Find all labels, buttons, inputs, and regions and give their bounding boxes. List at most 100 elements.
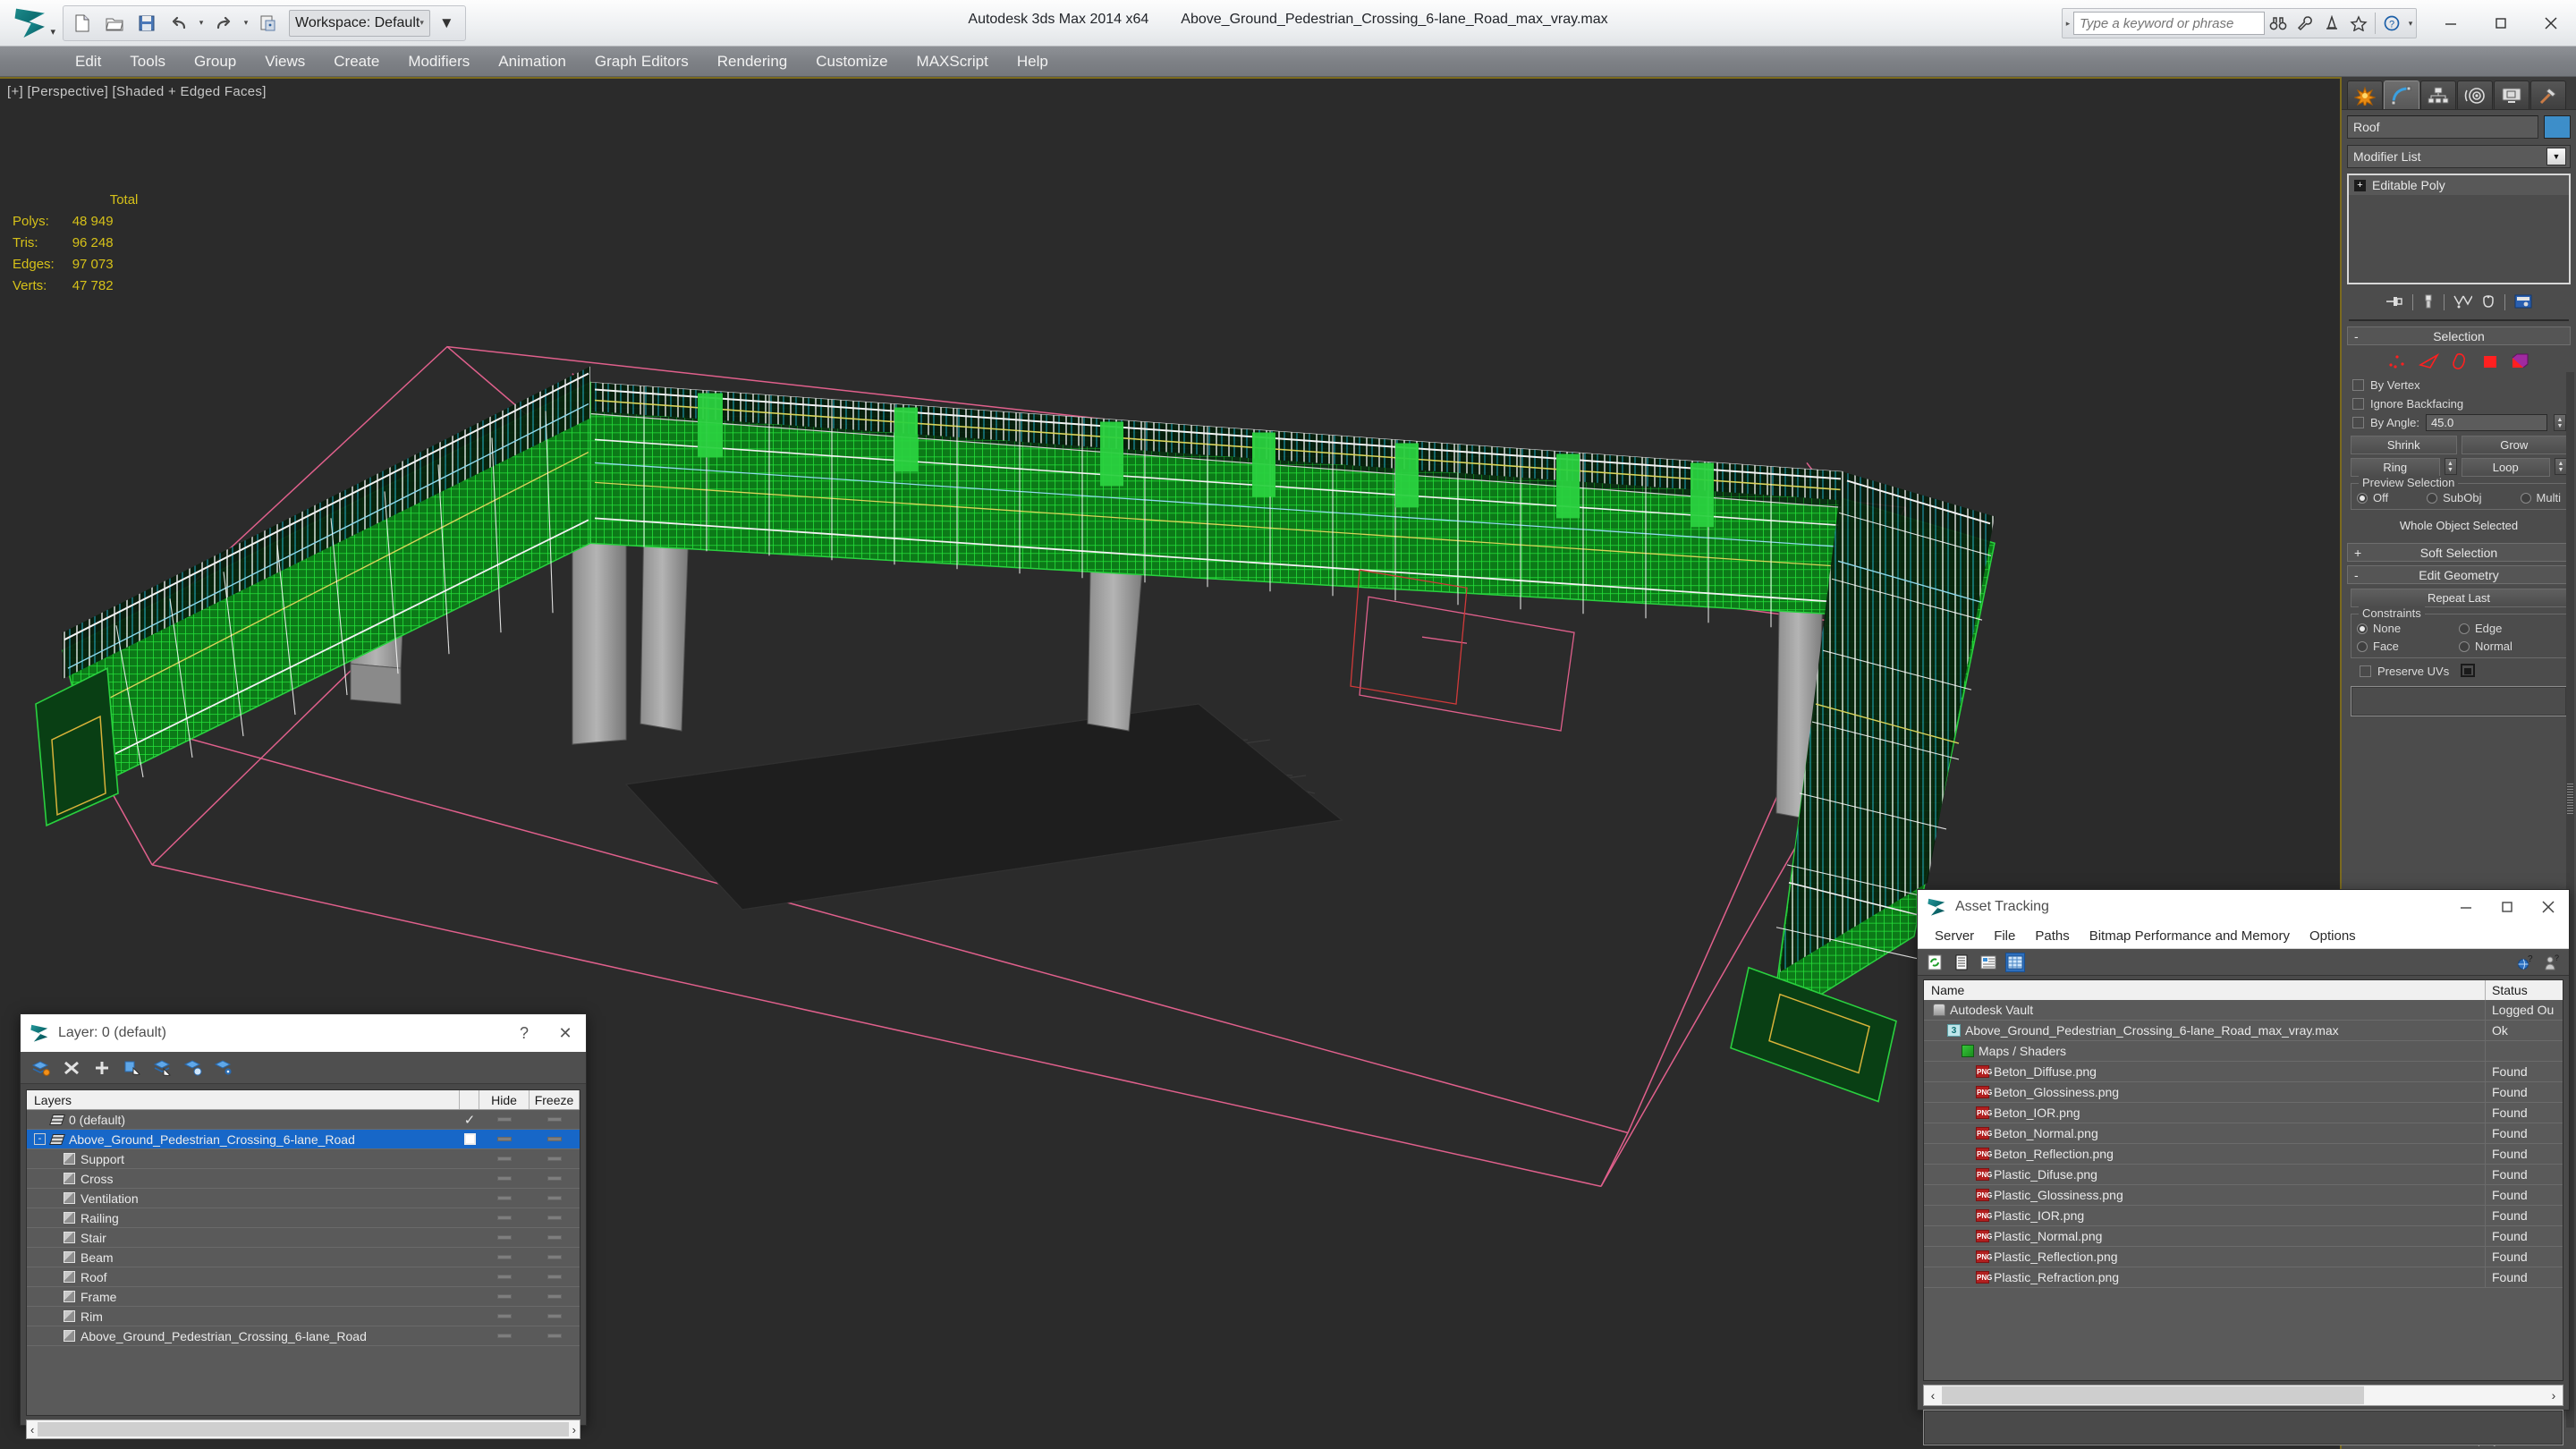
preview-off-option[interactable]: Off — [2357, 491, 2388, 504]
scroll-thumb[interactable] — [1942, 1386, 2364, 1404]
by-vertex-checkbox[interactable] — [2352, 379, 2364, 391]
layer-freeze-cell[interactable] — [530, 1157, 580, 1161]
ring-button[interactable]: Ring — [2351, 458, 2440, 477]
toggle-dash-icon[interactable] — [547, 1314, 562, 1318]
add-layer-icon[interactable] — [92, 1058, 112, 1078]
layer-expander-icon[interactable]: - — [34, 1133, 46, 1145]
configure-sets-icon[interactable] — [2513, 293, 2533, 312]
layer-hide-cell[interactable] — [479, 1176, 530, 1181]
by-angle-checkbox[interactable] — [2352, 417, 2364, 428]
layer-visible-cell[interactable]: ✓ — [460, 1112, 479, 1128]
layer-freeze-cell[interactable] — [530, 1275, 580, 1279]
layer-row[interactable]: Beam — [27, 1248, 580, 1267]
layer-hide-cell[interactable] — [479, 1137, 530, 1141]
scrollbar-grip[interactable] — [2567, 784, 2573, 816]
constraint-edge-radio[interactable] — [2459, 623, 2470, 634]
asset-menu-paths[interactable]: Paths — [2025, 927, 2079, 945]
constraint-none-option[interactable]: None — [2357, 622, 2459, 635]
object-color-swatch[interactable] — [2544, 115, 2571, 139]
layer-freeze-cell[interactable] — [530, 1216, 580, 1220]
star-icon[interactable] — [2345, 10, 2372, 37]
toggle-dash-icon[interactable] — [497, 1216, 512, 1220]
wrench-icon[interactable] — [2292, 10, 2318, 37]
by-angle-spinner[interactable]: ▲ ▼ — [2554, 414, 2566, 431]
menu-customize[interactable]: Customize — [801, 49, 902, 74]
toggle-dash-icon[interactable] — [497, 1314, 512, 1318]
asset-row[interactable]: PNG Plastic_Normal.png Found — [1924, 1226, 2563, 1247]
scroll-right-icon[interactable]: › — [2545, 1388, 2563, 1402]
layer-freeze-cell[interactable] — [530, 1235, 580, 1240]
layer-horizontal-scrollbar[interactable]: ‹ › — [26, 1419, 580, 1439]
layer-row[interactable]: - Above_Ground_Pedestrian_Crossing_6-lane… — [27, 1130, 580, 1149]
by-angle-value[interactable]: 45.0 — [2425, 414, 2547, 431]
toggle-dash-icon[interactable] — [547, 1137, 562, 1141]
tab-hierarchy[interactable] — [2420, 80, 2456, 109]
tab-utilities[interactable] — [2530, 80, 2566, 109]
expand-icon[interactable]: + — [2354, 179, 2366, 191]
edge-icon[interactable] — [2418, 352, 2440, 373]
asset-row[interactable]: PNG Plastic_Refraction.png Found — [1924, 1267, 2563, 1288]
repeat-last-button[interactable]: Repeat Last — [2351, 589, 2567, 607]
layer-column-visible[interactable] — [460, 1090, 479, 1109]
select-objects-in-layer-icon[interactable] — [123, 1058, 142, 1078]
layer-column-hide[interactable]: Hide — [479, 1090, 530, 1109]
asset-menu-bitmap[interactable]: Bitmap Performance and Memory — [2080, 927, 2300, 945]
pin-stack-icon[interactable] — [2385, 293, 2404, 312]
layer-hide-cell[interactable] — [479, 1235, 530, 1240]
collapse-icon[interactable]: - — [2354, 568, 2359, 582]
help-dropdown-icon[interactable]: ▾ — [2405, 19, 2416, 29]
toggle-dash-icon[interactable] — [497, 1334, 512, 1338]
constraint-face-radio[interactable] — [2357, 640, 2368, 652]
vertex-icon[interactable] — [2387, 352, 2407, 373]
asset-menu-options[interactable]: Options — [2300, 927, 2366, 945]
toggle-dash-icon[interactable] — [497, 1196, 512, 1200]
layer-hide-cell[interactable] — [479, 1117, 530, 1122]
preview-off-radio[interactable] — [2357, 492, 2368, 504]
toggle-dash-icon[interactable] — [497, 1157, 512, 1161]
asset-row[interactable]: Autodesk Vault Logged Ou — [1924, 1000, 2563, 1021]
toggle-dash-icon[interactable] — [547, 1176, 562, 1181]
undo-dropdown-icon[interactable]: ▾ — [196, 18, 207, 28]
close-button[interactable] — [2526, 0, 2576, 47]
refresh-icon[interactable] — [1925, 953, 1945, 972]
undo-arrow-icon[interactable] — [164, 8, 194, 38]
layer-hide-cell[interactable] — [479, 1334, 530, 1338]
layer-row[interactable]: 0 (default) ✓ — [27, 1110, 580, 1130]
checkbox-icon[interactable] — [463, 1133, 476, 1145]
ignore-backfacing-row[interactable]: Ignore Backfacing — [2347, 394, 2571, 413]
loop-spinner[interactable]: ▲ ▼ — [2555, 458, 2567, 475]
layer-freeze-cell[interactable] — [530, 1294, 580, 1299]
layer-hide-cell[interactable] — [479, 1216, 530, 1220]
layer-row[interactable]: Ventilation — [27, 1189, 580, 1208]
toggle-dash-icon[interactable] — [497, 1255, 512, 1259]
layer-properties-icon[interactable] — [214, 1058, 233, 1078]
menu-tools[interactable]: Tools — [115, 49, 180, 74]
toggle-dash-icon[interactable] — [497, 1117, 512, 1122]
constraint-edge-option[interactable]: Edge — [2459, 622, 2561, 635]
toggle-dash-icon[interactable] — [547, 1216, 562, 1220]
layer-row[interactable]: Railing — [27, 1208, 580, 1228]
shrink-button[interactable]: Shrink — [2351, 436, 2457, 454]
details-view-icon[interactable] — [1979, 953, 1998, 972]
toggle-dash-icon[interactable] — [547, 1196, 562, 1200]
rollout-selection-header[interactable]: - Selection — [2347, 326, 2571, 345]
search-expand-icon[interactable]: ▸ — [2063, 19, 2073, 29]
menu-views[interactable]: Views — [250, 49, 319, 74]
layer-hide-cell[interactable] — [479, 1294, 530, 1299]
loop-button[interactable]: Loop — [2461, 458, 2550, 477]
toggle-dash-icon[interactable] — [547, 1117, 562, 1122]
menu-help[interactable]: Help — [1003, 49, 1063, 74]
minimize-button[interactable] — [2426, 0, 2476, 47]
redo-dropdown-icon[interactable]: ▾ — [241, 18, 251, 28]
workspace-selector[interactable]: Workspace: Default ▾ — [289, 9, 430, 37]
ignore-backfacing-checkbox[interactable] — [2352, 398, 2364, 410]
preserve-uvs-settings-icon[interactable] — [2461, 663, 2476, 680]
grid-view-icon[interactable] — [2005, 952, 2025, 972]
asset-horizontal-scrollbar[interactable]: ‹ › — [1923, 1385, 2563, 1406]
asset-column-name[interactable]: Name — [1924, 980, 2486, 1000]
delete-layer-icon[interactable] — [62, 1058, 81, 1078]
asset-close-button[interactable] — [2528, 888, 2569, 926]
asset-minimize-button[interactable] — [2445, 888, 2487, 926]
preview-subobj-radio[interactable] — [2427, 492, 2438, 504]
grow-button[interactable]: Grow — [2461, 436, 2567, 454]
